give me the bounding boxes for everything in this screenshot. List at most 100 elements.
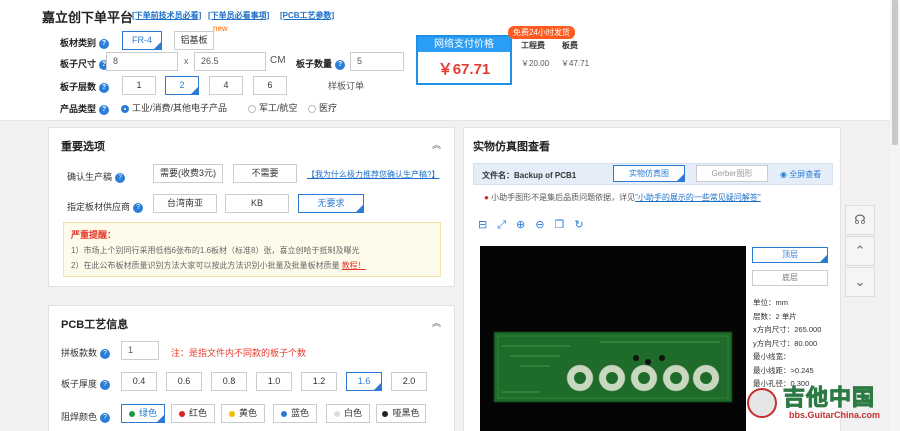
help-icon[interactable]: ? xyxy=(133,202,144,213)
fit-icon[interactable]: ⤢ xyxy=(497,219,516,231)
tutorial-link[interactable]: 教程！ xyxy=(342,261,366,270)
free-shipping-badge: 免费24小时发货 xyxy=(508,26,575,39)
color-dot-icon xyxy=(228,410,235,417)
pcb-render-canvas[interactable] xyxy=(480,246,746,431)
headset-icon[interactable]: ☊ xyxy=(845,205,875,235)
confirm-label: 确认生产稿? xyxy=(67,170,126,183)
page-title: 嘉立创下单平台 xyxy=(42,10,134,25)
info-unit: 单位：mm xyxy=(753,298,788,307)
layer-option-1[interactable]: 1 xyxy=(122,76,156,95)
mask-red[interactable]: 红色 xyxy=(171,404,215,423)
tab-gerber[interactable]: Gerber图形 xyxy=(696,165,768,182)
scroll-bottom-icon[interactable]: ⌄ xyxy=(845,267,875,297)
supplier-kb[interactable]: KB xyxy=(225,194,289,213)
thickness-1-0[interactable]: 1.0 xyxy=(256,372,292,391)
link-pcb-params[interactable]: [PCB工艺参数] xyxy=(280,10,334,21)
confirm-no-need[interactable]: 不需要 xyxy=(233,164,297,183)
link-order-notes[interactable]: [下单员必看事项] xyxy=(208,10,269,21)
thickness-1-6[interactable]: 1.6 xyxy=(346,372,382,391)
board-type-aluminum[interactable]: 铝基板 xyxy=(174,31,214,50)
zoom-out-icon[interactable]: ⊖ xyxy=(535,219,554,231)
confirm-why-link[interactable]: 【我为什么极力推荐您确认生产稿?】 xyxy=(307,169,439,180)
help-icon[interactable]: ? xyxy=(100,379,111,390)
thickness-0-6[interactable]: 0.6 xyxy=(166,372,202,391)
help-icon[interactable]: ? xyxy=(99,104,110,115)
board-fee-value: ￥47.71 xyxy=(561,59,590,68)
panel-count-input[interactable]: 1 xyxy=(121,341,159,360)
viewer-tools: ⊟⤢⊕⊖❐↻ xyxy=(478,218,594,232)
watermark-logo: 吉他中国 bbs.GuitarChina.com xyxy=(745,385,885,431)
new-badge: new xyxy=(213,24,228,33)
notice-line-1: 1）市场上个别同行采用低档6张布的1.6板材（标准8）张，喜立创哈于抵制及曝光 xyxy=(71,246,360,255)
layers-label: 板子层数? xyxy=(60,80,110,93)
radio-icon xyxy=(248,104,256,113)
board-width-input[interactable]: 8 xyxy=(106,52,178,71)
board-info: 单位：mm 层数：2 单片 x方向尺寸：265.000 y方向尺寸：80.000… xyxy=(753,296,821,391)
help-icon[interactable]: ? xyxy=(99,82,110,93)
bottom-layer-button[interactable]: 底层 xyxy=(752,270,828,286)
price-title: 网络支付价格 xyxy=(418,37,510,52)
board-type-fr4[interactable]: FR-4 xyxy=(122,31,162,50)
layer-option-2[interactable]: 2 xyxy=(165,76,199,95)
mask-yellow[interactable]: 黄色 xyxy=(221,404,265,423)
notice-line-2: 2）在此公布板材质量识别方法大家可以按此方法识别小批量及批量板材质量 教程！ xyxy=(71,261,366,270)
pcb-board-image xyxy=(493,331,733,403)
order-form-header: 嘉立创下单平台 [下单前技术员必看] [下单员必看事项] [PCB工艺参数] 板… xyxy=(0,0,890,121)
product-military[interactable]: 军工/航空 xyxy=(248,101,298,114)
thickness-0-4[interactable]: 0.4 xyxy=(121,372,157,391)
price-box: 网络支付价格 ￥67.71 xyxy=(416,35,512,85)
supplier-nanya[interactable]: 台湾南亚 xyxy=(153,194,217,213)
panel-count-note: 注：是指文件内不同款的板子个数 xyxy=(171,348,307,358)
help-icon[interactable]: ? xyxy=(99,38,110,49)
product-medical[interactable]: 医疗 xyxy=(308,101,337,114)
size-unit: CM xyxy=(270,55,286,66)
warning-icon: ● xyxy=(484,193,489,202)
thickness-0-8[interactable]: 0.8 xyxy=(211,372,247,391)
size-separator: x xyxy=(184,56,189,66)
guitar-logo-icon xyxy=(747,388,777,418)
help-icon[interactable]: ? xyxy=(100,412,111,423)
collapse-icon[interactable]: ︽ xyxy=(432,138,441,151)
ruler-icon[interactable]: ⊟ xyxy=(478,219,497,231)
thickness-2-0[interactable]: 2.0 xyxy=(391,372,427,391)
board-qty-input[interactable]: 5 xyxy=(350,52,404,71)
fullscreen-button[interactable]: ◉ 全屏查看 xyxy=(780,169,821,180)
important-title: 重要选项 xyxy=(61,141,105,153)
info-y-size: y方向尺寸：80.000 xyxy=(753,338,818,348)
mask-color-label: 阻焊颜色? xyxy=(61,410,111,423)
zoom-in-icon[interactable]: ⊕ xyxy=(516,219,535,231)
rotate-icon[interactable]: ↻ xyxy=(574,219,593,231)
faq-link[interactable]: "小助手的展示的一些常见疑问解答" xyxy=(635,193,761,202)
supplier-none[interactable]: 无要求 xyxy=(298,194,364,213)
product-industrial[interactable]: 工业/消费/其他电子产品 xyxy=(121,101,227,114)
board-size-label: 板子尺寸? xyxy=(60,57,110,70)
info-min-width: 最小线宽： xyxy=(753,352,791,361)
help-icon[interactable]: ? xyxy=(115,172,126,183)
scroll-top-icon[interactable]: ⌃ xyxy=(845,236,875,266)
mask-white[interactable]: 白色 xyxy=(326,404,370,423)
help-icon[interactable]: ? xyxy=(100,348,111,359)
link-technician[interactable]: [下单前技术员必看] xyxy=(132,10,201,21)
watermark-url: bbs.GuitarChina.com xyxy=(789,410,881,420)
board-height-input[interactable]: 26.5 xyxy=(194,52,266,71)
scrollbar-thumb[interactable] xyxy=(892,0,898,145)
file-name: 文件名：Backup of PCB1 xyxy=(482,171,577,180)
mask-matte-black[interactable]: 哑黑色 xyxy=(376,404,426,423)
info-min-spacing: 最小线距：>0.245 xyxy=(753,365,814,375)
tab-simulation[interactable]: 实物仿真图 xyxy=(613,165,685,182)
top-layer-button[interactable]: 顶层 xyxy=(752,247,828,263)
copy-icon[interactable]: ❐ xyxy=(554,219,574,231)
help-icon[interactable]: ? xyxy=(335,59,346,70)
layer-option-6[interactable]: 6 xyxy=(253,76,287,95)
board-fee-label: 板费 xyxy=(562,41,578,50)
layer-option-4[interactable]: 4 xyxy=(209,76,243,95)
thickness-1-2[interactable]: 1.2 xyxy=(301,372,337,391)
collapse-icon[interactable]: ︽ xyxy=(432,316,441,329)
board-qty-label: 板子数量? xyxy=(296,57,346,70)
confirm-need[interactable]: 需要(收费3元) xyxy=(153,164,223,183)
notice-box: 严重提醒： 1）市场上个别同行采用低档6张布的1.6板材（标准8）张，喜立创哈于… xyxy=(63,222,441,277)
panel-count-label: 拼板款数? xyxy=(61,346,111,359)
color-dot-icon xyxy=(178,410,185,417)
mask-green[interactable]: 绿色 xyxy=(121,404,165,423)
mask-blue[interactable]: 蓝色 xyxy=(273,404,317,423)
